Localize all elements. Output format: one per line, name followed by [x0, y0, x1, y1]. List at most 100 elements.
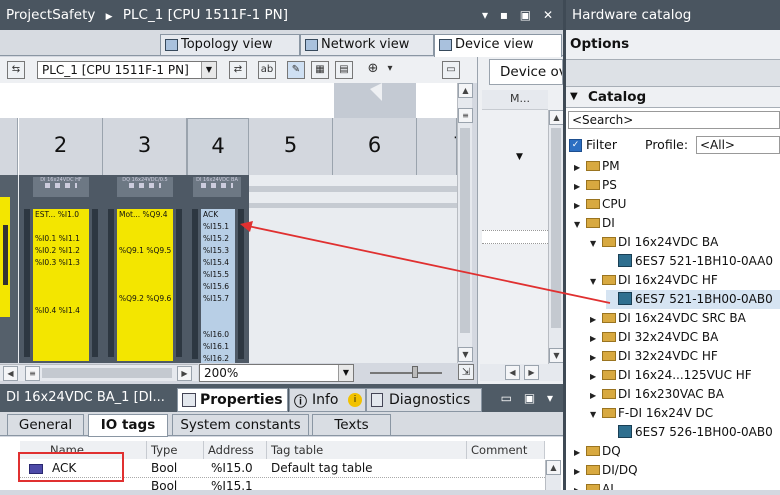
io-tag-label[interactable] [33, 221, 89, 233]
chevron-right-icon[interactable]: ▶ [574, 462, 586, 481]
io-tag-label[interactable] [33, 269, 89, 281]
cpu-module[interactable] [0, 175, 18, 363]
io-tag-label[interactable]: %Q9.1 %Q9.5 [117, 245, 173, 257]
catalog-item[interactable]: ▼ DI 16x24VDC HF [590, 271, 718, 290]
catalog-item[interactable]: ▶ CPU [574, 195, 626, 214]
subtab-texts[interactable]: Texts [312, 414, 391, 436]
subtab-general[interactable]: General [7, 414, 84, 436]
tab-device-view[interactable]: Device view [434, 34, 562, 57]
io-tag-label[interactable]: %I0.3 %I1.3 [33, 257, 89, 269]
io-tag-label[interactable] [117, 221, 173, 233]
catalog-item[interactable]: ▼ DI [574, 214, 615, 233]
io-tag-label[interactable]: %I0.4 %I1.4 [33, 305, 89, 317]
catalog-item[interactable]: ▼ F-DI 16x24V DC [590, 404, 713, 423]
catalog-item[interactable]: ▶ DI 32x24VDC BA [590, 328, 718, 347]
chevron-down-icon[interactable]: ▼ [590, 234, 602, 253]
subtab-system-constants[interactable]: System constants [172, 414, 309, 436]
catalog-item[interactable]: 6ES7 526-1BH00-0AB0 [606, 423, 773, 442]
table-icon[interactable]: ▤ [335, 61, 353, 79]
screenshot-icon[interactable]: ▭ [442, 61, 460, 79]
column-header[interactable]: Address [204, 441, 267, 459]
chevron-right-icon[interactable]: ▶ [590, 348, 602, 367]
module-dq[interactable]: DQ 16x24VDC/0.5 Mot... %Q9.4 %Q9.1 %Q9.5%… [103, 175, 187, 363]
canvas-hscroll[interactable]: ◀ ≡ ▶ [0, 364, 198, 381]
io-tag-label[interactable]: %I0.2 %I1.2 [33, 245, 89, 257]
io-tag-label[interactable]: %I15.4 [201, 257, 235, 269]
subtab-io-tags[interactable]: IO tags [88, 414, 168, 437]
io-tag-label[interactable] [201, 305, 235, 317]
chevron-right-icon[interactable]: ▶ [574, 443, 586, 462]
device-select[interactable]: PLC_1 [CPU 1511F-1 PN] ▼ [37, 61, 217, 79]
name-icon[interactable]: ab [258, 61, 276, 79]
io-tag-label[interactable] [117, 281, 173, 293]
tab-properties[interactable]: Properties [177, 388, 288, 412]
chevron-down-icon[interactable]: ▼ [201, 62, 216, 78]
io-tag-label[interactable]: %Q9.2 %Q9.6 [117, 293, 173, 305]
scroll-down-icon[interactable]: ▼ [458, 347, 473, 362]
catalog-item[interactable]: ▶ AI [574, 480, 614, 490]
scroll-up-icon[interactable]: ▲ [458, 83, 473, 98]
options-header[interactable]: Options [566, 30, 780, 60]
window-controls[interactable]: ▭ ▣ ▾ [501, 384, 557, 412]
io-tag-label[interactable]: %I15.3 [201, 245, 235, 257]
chevron-right-icon[interactable]: ▶ [590, 329, 602, 348]
grid-icon[interactable]: ▦ [311, 61, 329, 79]
io-tag-label[interactable]: Mot... %Q9.4 [117, 209, 173, 221]
chevron-right-icon[interactable]: ▶ [574, 177, 586, 196]
io-tag-label[interactable] [33, 293, 89, 305]
tag-table[interactable]: Default tag table [267, 460, 373, 477]
io-tag-label[interactable]: %I15.1 [201, 221, 235, 233]
io-tag-label[interactable]: ACK [201, 209, 235, 221]
io-tag-label[interactable]: %I15.6 [201, 281, 235, 293]
window-controls[interactable]: ▾ ▪ ▣ ✕ [482, 0, 557, 30]
plc-name[interactable]: PLC_1 [CPU 1511F-1 PN] [123, 7, 288, 23]
pen-icon[interactable]: ✎ [287, 61, 305, 79]
scroll-right-icon[interactable]: ▶ [177, 366, 192, 381]
chevron-down-icon[interactable]: ▼ [590, 272, 602, 291]
chevron-right-icon[interactable]: ▶ [590, 310, 602, 329]
chevron-down-icon[interactable]: ▼ [590, 405, 602, 424]
catalog-search-input[interactable]: <Search> [568, 111, 780, 129]
tag-type[interactable]: Bool [147, 478, 177, 495]
zoom-slider-handle[interactable] [412, 366, 418, 378]
tab-diagnostics[interactable]: Diagnostics [366, 388, 482, 412]
project-name[interactable]: ProjectSafety [6, 7, 95, 23]
zoom-dropdown-icon[interactable]: ▾ [381, 61, 399, 79]
assign-icon[interactable]: ⇆ [7, 61, 25, 79]
module-di-ba[interactable]: DI 16x24VDC BA ACK %I15.1 %I15.2 %I15.3 %I15… [187, 175, 249, 363]
chevron-right-icon[interactable]: ▶ [590, 386, 602, 405]
chevron-right-icon[interactable]: ▶ [590, 367, 602, 386]
tab-network-view[interactable]: Network view [300, 34, 434, 56]
canvas-vscroll[interactable]: ▲ ≡ ▼ [457, 83, 473, 363]
scroll-left-icon[interactable]: ◀ [3, 366, 18, 381]
zoom-select[interactable]: 200% ▼ [199, 364, 354, 382]
tag-type[interactable]: Bool [147, 460, 177, 477]
tab-info[interactable]: ⓘ Info i [289, 388, 366, 412]
io-tag-label[interactable] [117, 305, 173, 317]
swap-icon[interactable]: ⇄ [229, 61, 247, 79]
column-header[interactable]: Comment [467, 441, 545, 459]
catalog-item[interactable]: ▶ DI 16x24...125VUC HF [590, 366, 752, 385]
catalog-item[interactable]: ▼ DI 16x24VDC BA [590, 233, 718, 252]
column-header[interactable]: Tag table [267, 441, 467, 459]
io-tag-label[interactable] [33, 281, 89, 293]
chevron-right-icon[interactable]: ▶ [574, 158, 586, 177]
catalog-item[interactable]: 6ES7 521-1BH00-0AB0 [606, 290, 780, 309]
catalog-item[interactable]: 6ES7 521-1BH10-0AA0 [606, 252, 773, 271]
catalog-item[interactable]: ▶ PM [574, 157, 620, 176]
profile-select[interactable]: <All> [696, 136, 780, 154]
zoom-slider[interactable] [370, 372, 442, 374]
collapse-icon[interactable]: ≡ [25, 366, 40, 381]
tab-topology-view[interactable]: Topology view [160, 34, 300, 56]
io-tag-label[interactable]: %I0.1 %I1.1 [33, 233, 89, 245]
catalog-item[interactable]: ▶ PS [574, 176, 617, 195]
catalog-item[interactable]: ▶ DI 32x24VDC HF [590, 347, 718, 366]
expand-icon[interactable]: ▼ [516, 152, 523, 162]
module-di-hf[interactable]: DI 16x24VDC HF EST... %I1.0 %I0.1 %I1.1 %I… [19, 175, 103, 363]
chevron-down-icon[interactable]: ▼ [338, 365, 353, 381]
fit-view-icon[interactable]: ⇲ [458, 364, 474, 380]
tag-address[interactable]: %I15.0 [207, 460, 253, 477]
io-tag-label[interactable] [201, 317, 235, 329]
io-tag-label[interactable]: %I16.0 [201, 329, 235, 341]
io-tag-label[interactable]: EST... %I1.0 [33, 209, 89, 221]
